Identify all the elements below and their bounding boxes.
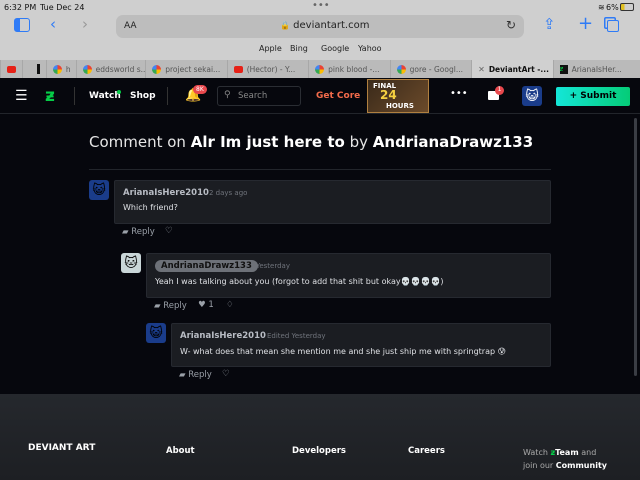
reload-icon[interactable]: ↻ <box>506 18 516 32</box>
youtube-icon <box>7 65 16 73</box>
comment-time: 2 days ago <box>209 189 248 197</box>
comment: ArianaIsHere2010 2 days ago Which friend… <box>114 180 551 224</box>
notifications-badge: 8K <box>193 85 207 94</box>
search-icon: ⚲ <box>224 90 231 100</box>
google-icon <box>52 64 62 74</box>
bookmark-apple[interactable]: Apple <box>259 44 282 53</box>
status-date: Tue Dec 24 <box>40 3 85 12</box>
wifi-icon: ≋ <box>598 3 605 12</box>
comment: AndrianaDrawz133 Yesterday Yeah I was ta… <box>146 253 551 298</box>
author-link[interactable]: AndrianaDrawz133 <box>373 133 533 151</box>
tab-google-1[interactable]: h <box>45 60 76 78</box>
address-bar[interactable]: AA 🔒 deviantart.com ↻ <box>116 15 524 38</box>
tab-pink-blood[interactable]: pink blood -... <box>308 60 389 78</box>
battery-icon <box>620 3 634 11</box>
comment-text: Which friend? <box>123 203 178 212</box>
comment-username[interactable]: ArianaIsHere2010 <box>123 188 209 198</box>
more-icon[interactable]: ••• <box>450 88 468 99</box>
tab-deviantart-active[interactable]: ✕ DeviantArt -... <box>471 60 553 78</box>
tab-arianaisher[interactable]: ƶ ArianaIsHer... <box>552 60 640 78</box>
tab-eddsworld[interactable]: eddsworld s... <box>75 60 145 78</box>
footer-link-careers[interactable]: Careers <box>408 446 445 456</box>
comment-icon: ▰ <box>179 370 186 380</box>
status-time: 6:32 PM <box>4 3 37 12</box>
like-icon[interactable]: ♡ <box>165 226 173 236</box>
multitask-dots-icon[interactable]: ••• <box>312 0 330 11</box>
new-tab-icon[interactable]: + <box>578 13 593 34</box>
back-icon[interactable]: ‹ <box>50 15 56 33</box>
forward-icon[interactable]: › <box>82 15 88 33</box>
footer-link-about[interactable]: About <box>166 446 195 456</box>
battery-level: 6% <box>606 3 619 12</box>
youtube-icon <box>233 65 243 73</box>
footer-link-developers[interactable]: Developers <box>292 446 346 456</box>
reply-button[interactable]: ▰ Reply <box>122 227 155 237</box>
community-link[interactable]: Community <box>556 461 607 470</box>
team-link[interactable]: Team <box>555 448 579 457</box>
comment-text: W- what does that mean she mention me an… <box>180 347 506 356</box>
deviantart-icon <box>36 64 40 74</box>
bookmark-google[interactable]: Google <box>321 44 349 53</box>
shop-link[interactable]: Shop <box>130 91 156 101</box>
google-icon <box>396 64 406 74</box>
commenter-avatar[interactable]: 😺 <box>89 180 109 200</box>
bookmark-yahoo[interactable]: Yahoo <box>358 44 382 53</box>
like-icon[interactable]: ♡ <box>222 369 230 379</box>
comment: ArianaIsHere2010 Edited Yesterday W- wha… <box>171 323 551 367</box>
deviantart-logo-icon[interactable]: ƶ <box>45 86 55 106</box>
watch-dot <box>117 90 121 94</box>
commenter-avatar[interactable]: 🐱 <box>121 253 141 273</box>
commenter-avatar[interactable]: 😺 <box>146 323 166 343</box>
get-core-link[interactable]: Get Core <box>316 91 360 101</box>
url-text: 🔒 deviantart.com <box>280 20 370 31</box>
sidebar-toggle-icon[interactable] <box>14 18 30 32</box>
comment-icon: ▰ <box>122 227 129 237</box>
comment-text: Yeah I was talking about you (forgot to … <box>155 277 444 286</box>
scrollbar[interactable] <box>634 118 637 376</box>
footer: DEVIANT ART About Developers Careers Wat… <box>0 394 640 480</box>
bookmark-bing[interactable]: Bing <box>290 44 308 53</box>
google-icon <box>82 64 92 74</box>
tab-project-sekai[interactable]: project sekai... <box>145 60 226 78</box>
submit-button[interactable]: + Submit <box>556 87 630 106</box>
promo-banner[interactable]: FINAL 24 HOURS <box>367 79 429 113</box>
footer-community-text: Watch ƶTeam and join our Community <box>523 448 607 470</box>
deviation-link[interactable]: Alr Im just here to <box>191 133 345 151</box>
watch-link[interactable]: Watch <box>89 91 121 101</box>
menu-icon[interactable]: ☰ <box>15 88 28 104</box>
like-button[interactable]: ♥ 1 <box>198 300 214 310</box>
google-icon <box>315 64 325 74</box>
share-icon[interactable]: ⇪ <box>543 15 556 33</box>
comment-time: Edited Yesterday <box>267 332 326 340</box>
comment-username[interactable]: ArianaIsHere2010 <box>180 331 266 341</box>
user-avatar[interactable]: 😺 <box>522 86 542 106</box>
divider <box>167 87 168 105</box>
google-icon <box>152 64 162 74</box>
tab-deviantart-1[interactable] <box>21 60 46 78</box>
text-size-button[interactable]: AA <box>124 21 137 31</box>
deviantart-footer-logo[interactable]: DEVIANT ART <box>28 444 98 453</box>
comment-time: Yesterday <box>256 262 290 270</box>
page-title: Comment on Alr Im just here to by Andria… <box>89 133 534 151</box>
tab-youtube[interactable] <box>0 60 22 78</box>
heart-icon: ♥ <box>198 300 206 310</box>
tab-hector[interactable]: (Hector) - Y... <box>226 60 308 78</box>
tabs-overview-icon[interactable] <box>607 20 619 32</box>
divider <box>74 87 75 105</box>
search-input[interactable]: ⚲ Search <box>217 86 301 106</box>
reply-button[interactable]: ▰ Reply <box>179 370 212 380</box>
divider <box>89 169 551 170</box>
inbox-badge: 1 <box>495 86 504 95</box>
award-icon[interactable]: ♢ <box>226 300 234 310</box>
deviantart-navbar: ☰ ƶ Watch Shop 🔔 8K ⚲ Search Get Core FI… <box>0 78 640 114</box>
comment-username[interactable]: AndrianaDrawz133 <box>155 260 258 272</box>
reply-button[interactable]: ▰ Reply <box>154 301 187 311</box>
tab-gore[interactable]: gore - Googl... <box>389 60 471 78</box>
close-tab-icon[interactable]: ✕ <box>478 65 485 74</box>
lock-icon: 🔒 <box>280 21 290 30</box>
tab-bar: h eddsworld s... project sekai... (Hecto… <box>0 60 640 78</box>
deviantart-icon: ƶ <box>559 64 568 74</box>
comment-icon: ▰ <box>154 301 161 311</box>
